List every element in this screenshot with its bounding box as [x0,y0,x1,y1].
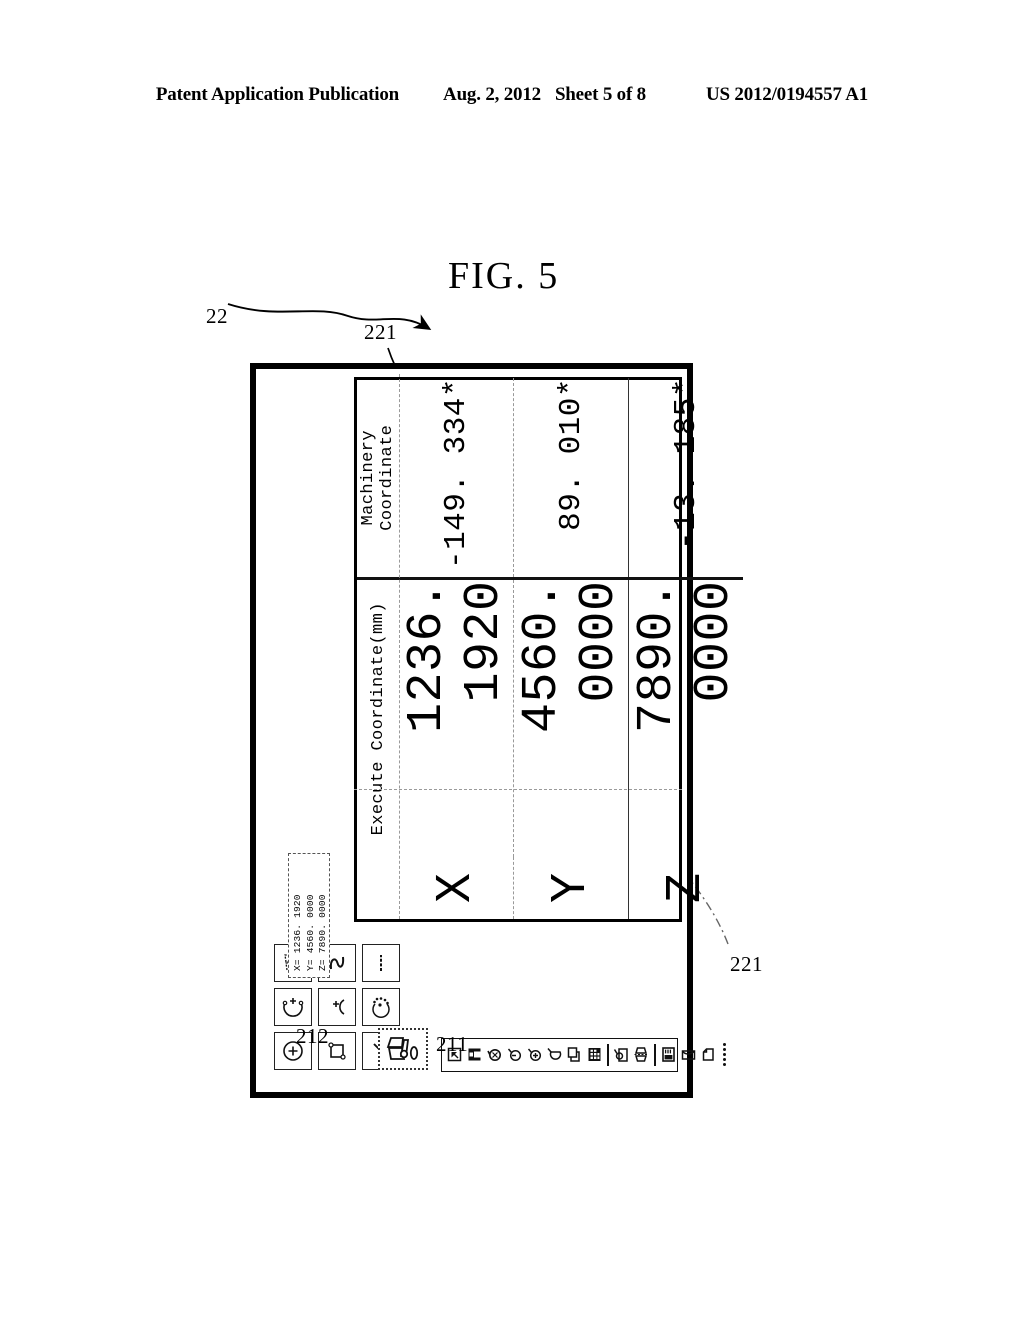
figure-label: FIG. 5 [448,255,560,297]
circle-center-icon[interactable] [526,1044,543,1066]
table-header-row: Execute Coordinate(mm) Machinery Coordin… [357,378,399,919]
header-publication: Patent Application Publication [155,84,400,105]
table-row[interactable]: X 1236. 1920 -149. 334* [399,378,514,919]
vertical-toolbar[interactable] [441,1038,726,1072]
mini-coordinate-readout: X= 1236. 1920 Y= 4560. 0000 Z= 7890. 000… [288,853,330,978]
row-machinery-z[interactable]: -13. 185* [628,378,743,579]
ref-221-lower: 221 [730,952,763,976]
header-execute-col: Execute Coordinate(mm) [368,602,388,836]
rotate-object-icon[interactable] [613,1044,630,1066]
row-axis-x: X [427,873,485,904]
mini-readout-x: X= 1236. 1920 [292,894,303,971]
point-array-arc-icon[interactable] [362,988,400,1026]
ref-22: 22 [206,304,228,328]
ref-212: 212 [296,1024,329,1048]
table-row[interactable]: Y 4560. 0000 89. 010* [513,378,629,919]
mini-readout-wrap: X= 1236. 1920 Y= 4560. 0000 Z= 7890. 000… [274,853,330,998]
header-machinery-col: Machinery Coordinate [357,378,399,579]
mini-readout-y: Y= 4560. 0000 [304,894,316,971]
row-machinery-x[interactable]: -149. 334* [399,378,514,579]
row-execute-y[interactable]: 4560. 0000 [514,579,629,857]
table-row[interactable]: Z 7890. 0000 -13. 185* [628,378,743,919]
circle-edit-icon[interactable] [486,1044,503,1066]
row-execute-x[interactable]: 1236. 1920 [399,579,514,857]
separator-1 [607,1044,609,1066]
fold-page-icon[interactable] [680,1044,697,1066]
mini-readout-z: Z= 7890. 0000 [317,894,328,971]
circle-radius-icon[interactable] [506,1044,523,1066]
header-patent-number: US 2012/0194557 A1 [705,84,869,105]
page-icon[interactable] [700,1044,717,1066]
row-axis-z: Z [657,873,715,904]
row-axis-y: Y [542,873,600,904]
grid-pattern-icon[interactable] [586,1044,603,1066]
dot-row-icon [723,1043,726,1067]
row-execute-z[interactable]: 7890. 0000 [629,579,743,857]
header-date: Aug. 2, 2012 [443,84,541,105]
patent-figure-page: Patent Application Publication Aug. 2, 2… [0,0,1024,1320]
arc-center-plus-icon[interactable] [318,988,356,1026]
ref-211: 211 [436,1032,469,1056]
copy-icon[interactable] [566,1044,583,1066]
arc-segment-icon[interactable] [546,1044,563,1066]
save-icon[interactable] [466,1044,483,1066]
header-axis-col [357,857,399,919]
workpiece-tool-icon[interactable] [378,1028,428,1070]
mirror-object-icon[interactable] [633,1044,650,1066]
layout-view-icon[interactable] [660,1044,677,1066]
header-sheet: Sheet 5 of 8 [554,84,646,105]
separator-2 [654,1044,656,1066]
device-screen-frame: X= 1236. 1920 Y= 4560. 0000 Z= 7890. 000… [250,363,743,1098]
row-machinery-y[interactable]: 89. 010* [513,378,629,579]
coordinate-table: Execute Coordinate(mm) Machinery Coordin… [357,378,743,919]
page-header: Patent Application Publication Aug. 2, 2… [0,84,1024,106]
leader-22 [227,303,432,330]
figure-stage: X= 1236. 1920 Y= 4560. 0000 Z= 7890. 000… [192,210,832,1110]
dashed-line-icon[interactable] [362,944,400,982]
coordinate-display-panel: Execute Coordinate(mm) Machinery Coordin… [354,374,743,922]
ref-221-upper: 221 [364,320,397,344]
